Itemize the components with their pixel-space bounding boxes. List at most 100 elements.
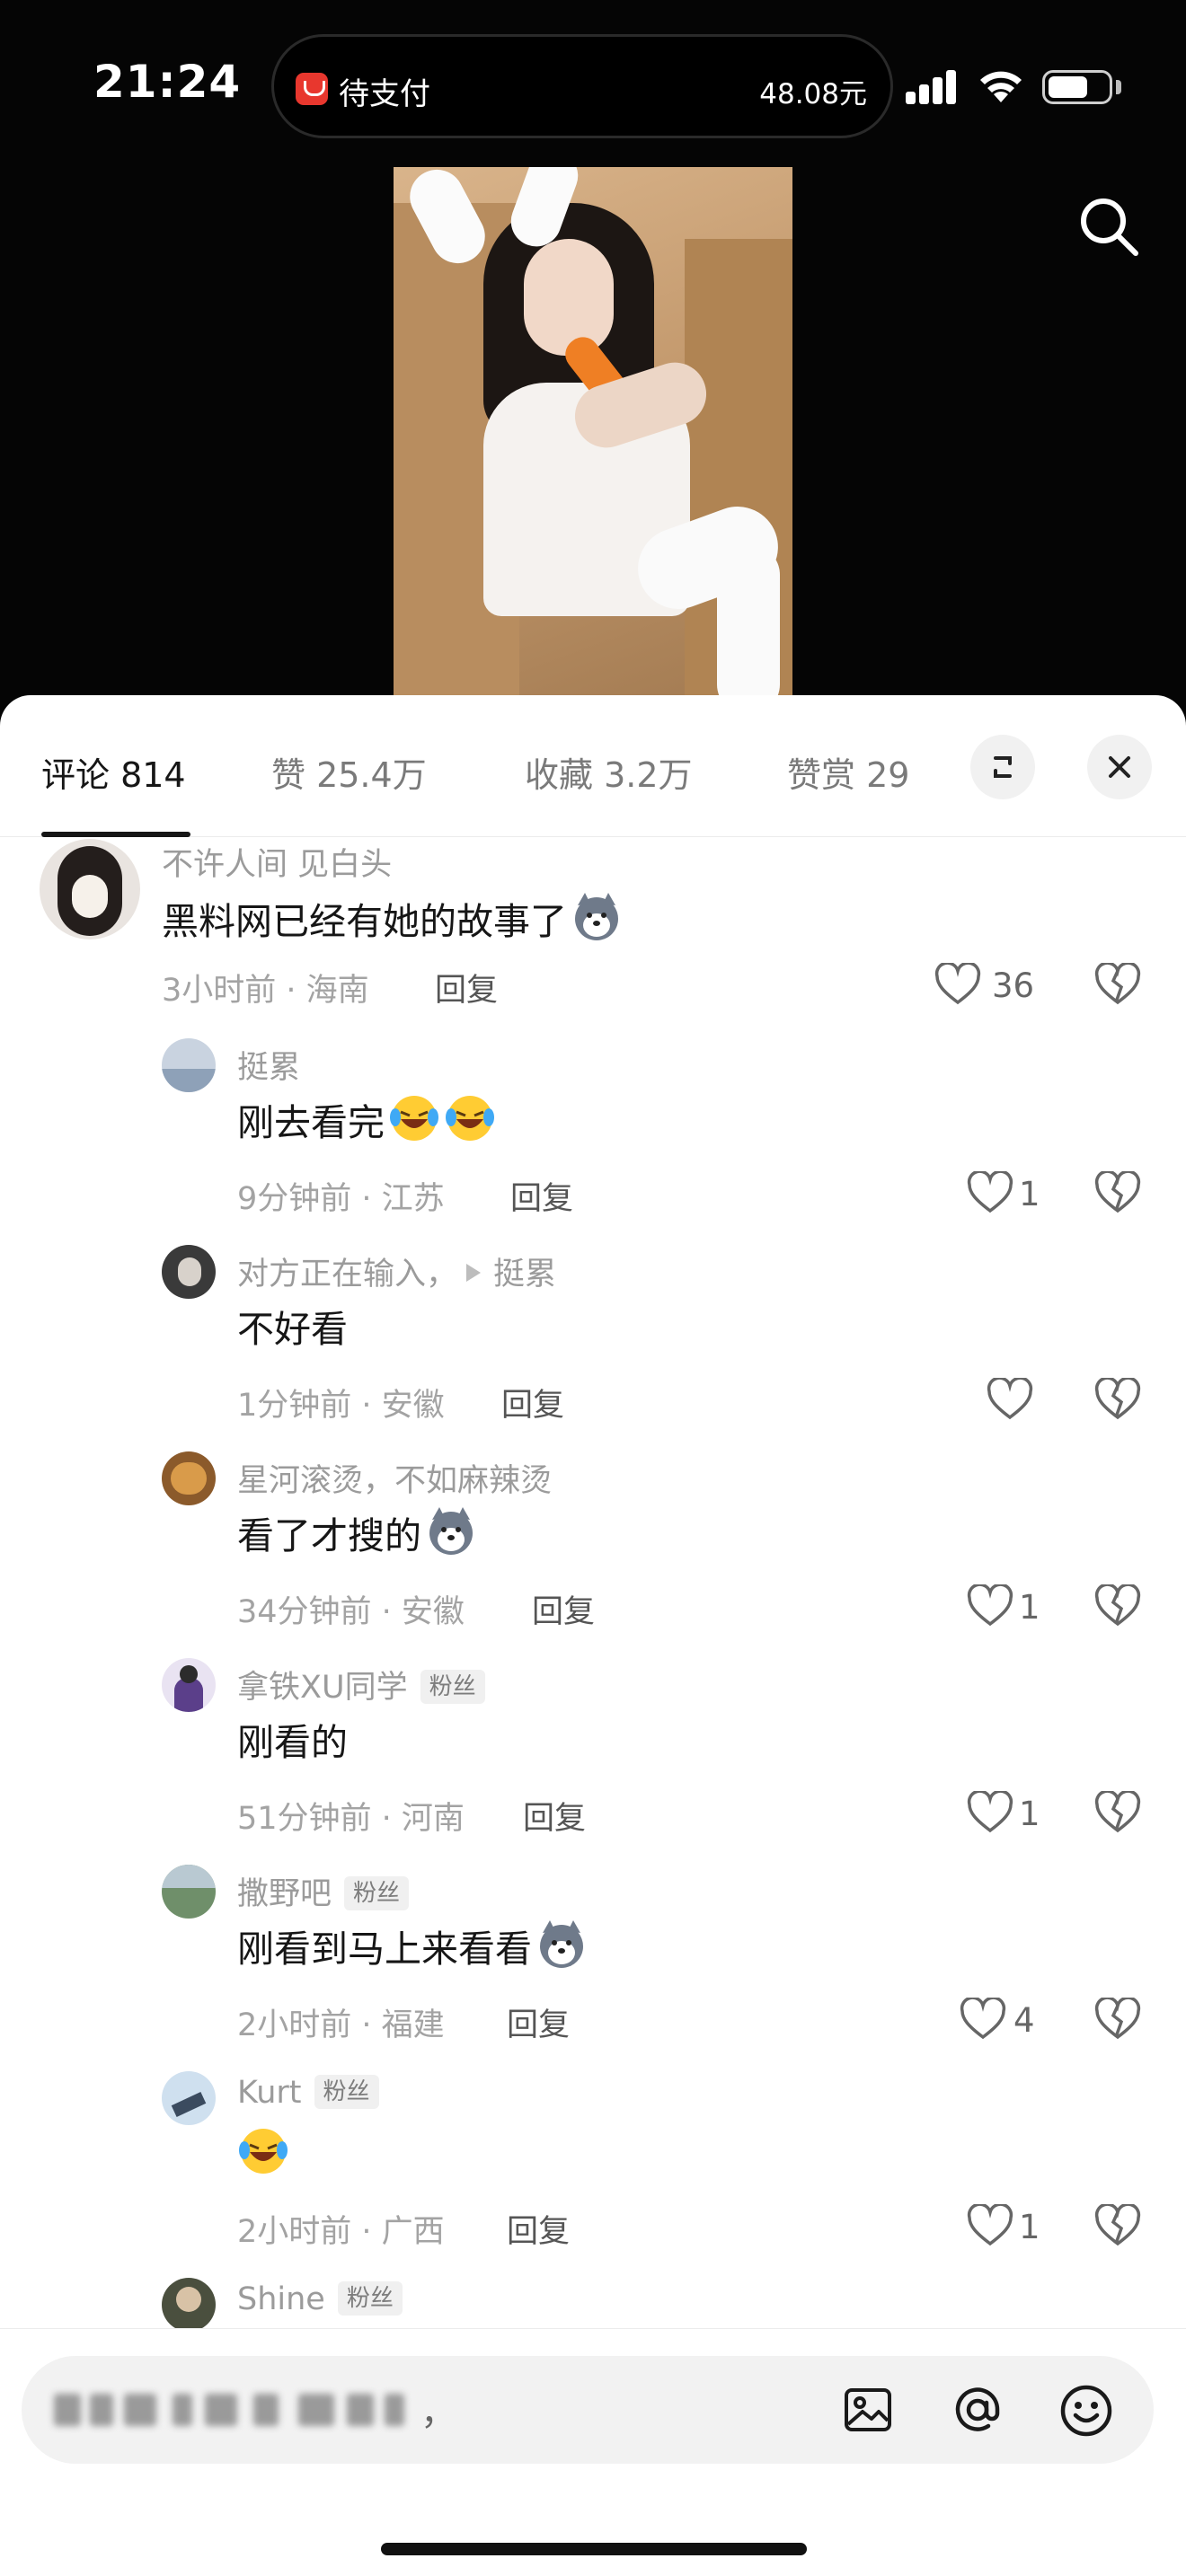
- payment-amount: 48.08元: [759, 78, 867, 110]
- comment-list: 不许人间 见白头 黑料网已经有她的故事了 3小时前 · 海南 回复 36 挺累 …: [0, 839, 1186, 2330]
- at-icon[interactable]: [951, 2383, 1005, 2437]
- like-button[interactable]: [987, 1374, 1040, 1425]
- close-icon: [1109, 756, 1130, 778]
- status-time: 21:24: [93, 56, 242, 108]
- comment-username[interactable]: Kurt 粉丝: [237, 2075, 379, 2111]
- comment-username[interactable]: 不许人间 见白头: [162, 839, 392, 885]
- search-icon[interactable]: [1075, 192, 1143, 260]
- husky-emoji-icon: [540, 1920, 583, 1968]
- like-count: 1: [1019, 2208, 1040, 2246]
- tab-likes[interactable]: 赞 25.4万: [271, 747, 427, 797]
- battery-level: [1049, 76, 1087, 98]
- avatar[interactable]: [162, 1865, 216, 1919]
- comment-username[interactable]: 挺累: [237, 1042, 300, 1088]
- heart-icon: [967, 2204, 1013, 2246]
- fan-badge: 粉丝: [344, 1876, 410, 1910]
- broken-heart-icon[interactable]: [1094, 1171, 1141, 1214]
- reply-button[interactable]: 回复: [435, 965, 498, 1010]
- like-button[interactable]: 1: [967, 1581, 1057, 1631]
- laugh-cry-emoji-icon: [239, 2129, 288, 2174]
- heart-icon: [967, 1584, 1013, 1627]
- cellular-signal-icon: [906, 68, 958, 104]
- close-button[interactable]: [1087, 735, 1152, 799]
- comment-meta: 1分钟前 · 安徽: [237, 1388, 445, 1424]
- like-button[interactable]: 1: [967, 1787, 1057, 1838]
- comment-text: [237, 2125, 289, 2177]
- comment-meta: 2小时前 · 福建: [237, 2007, 445, 2043]
- heart-icon: [967, 1171, 1013, 1213]
- broken-heart-icon[interactable]: [1094, 1791, 1141, 1834]
- expand-icon: [994, 756, 1012, 778]
- like-count: 1: [1019, 1588, 1040, 1627]
- reply-button[interactable]: 回复: [523, 1793, 586, 1839]
- comment-meta: 9分钟前 · 江苏: [237, 1181, 445, 1217]
- dynamic-island-payment[interactable]: 待支付 48.08元: [271, 34, 893, 138]
- heart-icon: [967, 1791, 1013, 1833]
- comment-meta: 34分钟前 · 安徽: [237, 1594, 465, 1630]
- expand-button[interactable]: [970, 735, 1035, 799]
- image-icon[interactable]: [843, 2385, 893, 2435]
- reply-button[interactable]: 回复: [510, 1173, 573, 1219]
- comment-input-bar: ，: [0, 2328, 1186, 2576]
- battery-nub: [1116, 80, 1121, 94]
- reply-button[interactable]: 回复: [507, 2206, 570, 2252]
- avatar[interactable]: [162, 2278, 216, 2330]
- shopping-bag-icon: [296, 73, 328, 105]
- comment-text: 看了才搜的: [237, 1505, 477, 1559]
- input-placeholder-end: ，: [420, 2392, 456, 2433]
- video-thumbnail[interactable]: [394, 167, 792, 697]
- husky-emoji-icon: [429, 1507, 473, 1555]
- tab-active-indicator: [41, 832, 190, 837]
- comment-text: 黑料网已经有她的故事了: [162, 891, 623, 945]
- broken-heart-icon[interactable]: [1094, 1584, 1141, 1628]
- battery-icon: [1042, 70, 1112, 104]
- like-count: 4: [1013, 2001, 1035, 2040]
- avatar[interactable]: [40, 839, 140, 940]
- laugh-cry-emoji-icon: [446, 1096, 494, 1141]
- avatar[interactable]: [162, 2071, 216, 2125]
- reply-button[interactable]: 回复: [532, 1586, 595, 1632]
- comment-meta: 2小时前 · 广西: [237, 2214, 445, 2250]
- avatar[interactable]: [162, 1658, 216, 1712]
- comment-text: 不好看: [237, 1308, 348, 1351]
- avatar[interactable]: [162, 1451, 216, 1505]
- payment-status: 待支付: [339, 76, 430, 112]
- fan-badge: 粉丝: [337, 2281, 403, 2316]
- comment-text: 刚看的: [237, 1721, 348, 1764]
- comment-sheet: 评论 814 赞 25.4万 收藏 3.2万 赞赏 29 不许人间 见白头 黑料…: [0, 695, 1186, 2576]
- video-area: 21:24 待支付 48.08元: [0, 0, 1186, 719]
- fan-badge: 粉丝: [420, 1670, 485, 1704]
- broken-heart-icon[interactable]: [1094, 963, 1141, 1006]
- tab-favorites[interactable]: 收藏 3.2万: [525, 747, 693, 797]
- like-button[interactable]: 36: [934, 959, 1042, 1010]
- broken-heart-icon[interactable]: [1094, 1378, 1141, 1421]
- comment-username[interactable]: 撒野吧 粉丝: [237, 1868, 410, 1914]
- like-button[interactable]: 4: [960, 1994, 1058, 2044]
- heart-icon: [934, 963, 981, 1005]
- husky-emoji-icon: [575, 893, 618, 940]
- tab-tips[interactable]: 赞赏 29: [787, 747, 909, 797]
- avatar[interactable]: [162, 1245, 216, 1299]
- comment-input[interactable]: ，: [22, 2356, 1154, 2464]
- emoji-icon[interactable]: [1058, 2383, 1114, 2439]
- comment-tabs: 评论 814 赞 25.4万 收藏 3.2万 赞赏 29: [0, 695, 1186, 837]
- comment-username[interactable]: 拿铁XU同学 粉丝: [237, 1662, 485, 1707]
- broken-heart-icon[interactable]: [1094, 2204, 1141, 2247]
- broken-heart-icon[interactable]: [1094, 1998, 1141, 2041]
- comment-text: 刚去看完: [237, 1092, 496, 1146]
- reply-button[interactable]: 回复: [507, 1999, 570, 2045]
- laugh-cry-emoji-icon: [390, 1096, 438, 1141]
- reply-button[interactable]: 回复: [501, 1380, 564, 1425]
- heart-icon: [987, 1378, 1033, 1420]
- reply-to-username[interactable]: 挺累: [493, 1257, 556, 1292]
- comment-username[interactable]: Shine 粉丝: [237, 2281, 403, 2317]
- comment-username[interactable]: 星河滚烫，不如麻辣烫: [237, 1455, 552, 1501]
- comment-username[interactable]: 对方正在输入， 挺累: [237, 1248, 556, 1294]
- heart-icon: [960, 1998, 1006, 2040]
- like-button[interactable]: 1: [967, 1168, 1057, 1218]
- avatar[interactable]: [162, 1038, 216, 1092]
- like-count: 36: [992, 966, 1035, 1005]
- home-indicator[interactable]: [381, 2543, 807, 2555]
- tab-comments[interactable]: 评论 814: [41, 747, 186, 797]
- like-button[interactable]: 1: [967, 2201, 1057, 2251]
